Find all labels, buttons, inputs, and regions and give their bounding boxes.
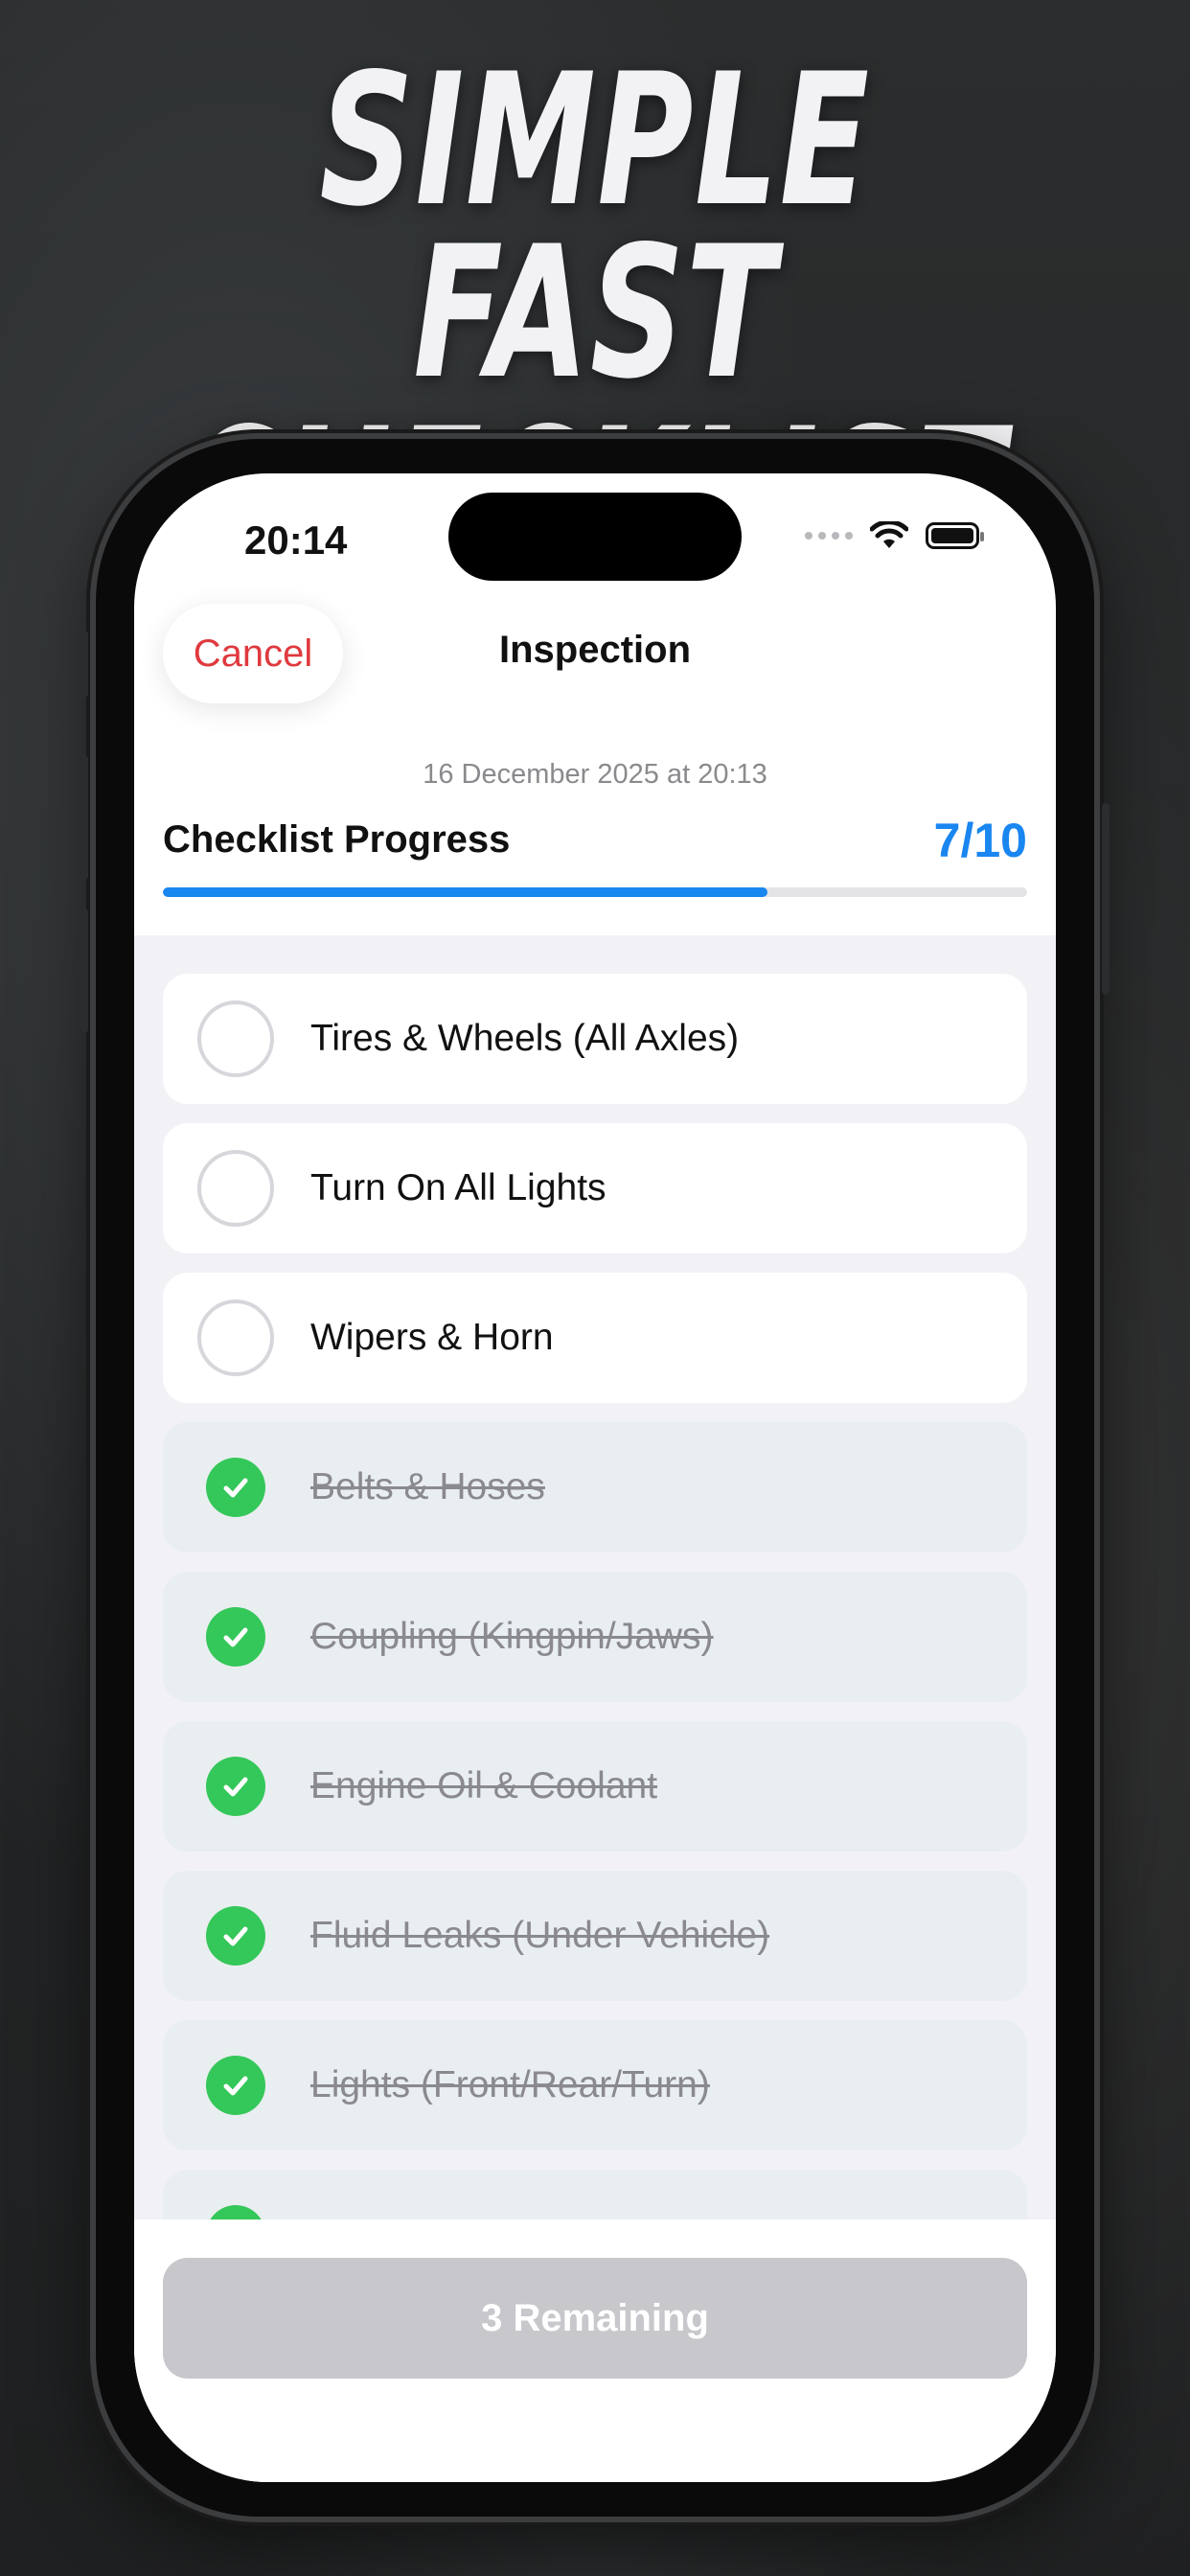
empty-circle-icon[interactable] xyxy=(197,1300,274,1376)
checklist-item[interactable]: Tires & Wheels (All Axles) xyxy=(163,974,1027,1104)
empty-circle-icon[interactable] xyxy=(197,1000,274,1077)
checked-circle-icon[interactable] xyxy=(197,1748,274,1825)
checkmark-icon xyxy=(206,1757,265,1816)
battery-icon xyxy=(926,522,984,549)
action-button xyxy=(80,631,88,698)
checked-circle-icon[interactable] xyxy=(197,1449,274,1526)
phone-frame: 20:14 Cancel Inspection 16 December 2025… xyxy=(80,439,1110,2517)
checklist-item-label: Turn On All Lights xyxy=(310,1167,606,1208)
wifi-icon xyxy=(870,521,908,548)
headline-line-1: SIMPLE xyxy=(319,34,871,246)
checklist-item[interactable]: Coupling (Kingpin/Jaws) xyxy=(163,1572,1027,1702)
checklist-item-label: Belts & Hoses xyxy=(310,1466,545,1507)
checklist-item-label: Coupling (Kingpin/Jaws) xyxy=(310,1616,714,1657)
checklist-item[interactable]: Belts & Hoses xyxy=(163,1422,1027,1552)
checklist-item[interactable]: Engine Oil & Coolant xyxy=(163,1721,1027,1852)
progress-count: 7/10 xyxy=(933,814,1027,867)
status-icons xyxy=(805,521,984,550)
app-screen: 20:14 Cancel Inspection 16 December 2025… xyxy=(134,473,1056,2482)
checkmark-icon xyxy=(206,1607,265,1667)
checked-circle-icon[interactable] xyxy=(197,1898,274,1974)
checkmark-icon xyxy=(206,1906,265,1966)
checklist-item-label: Wipers & Horn xyxy=(310,1317,554,1358)
checkmark-icon xyxy=(206,1458,265,1517)
checklist-item-label: Tires & Wheels (All Axles) xyxy=(310,1018,740,1059)
checked-circle-icon[interactable] xyxy=(197,2196,274,2220)
checklist-item-label: Fluid Leaks (Under Vehicle) xyxy=(310,1915,770,1956)
checkmark-icon xyxy=(206,2056,265,2115)
dynamic-island xyxy=(448,493,742,581)
remaining-button[interactable]: 3 Remaining xyxy=(163,2258,1027,2379)
checked-circle-icon[interactable] xyxy=(197,2047,274,2124)
checklist-item[interactable]: Turn On All Lights xyxy=(163,1123,1027,1254)
empty-circle-icon[interactable] xyxy=(197,1150,274,1227)
volume-down-button xyxy=(80,908,88,1033)
progress-bar xyxy=(163,887,1027,897)
checklist-item[interactable] xyxy=(163,2170,1027,2220)
checklist-item[interactable]: Wipers & Horn xyxy=(163,1273,1027,1403)
checklist-item-label: Lights (Front/Rear/Turn) xyxy=(310,2064,710,2105)
checklist-item-label: Engine Oil & Coolant xyxy=(310,1765,658,1806)
progress-label: Checklist Progress xyxy=(163,818,511,861)
page-title: Inspection xyxy=(498,629,692,671)
inspection-date: 16 December 2025 at 20:13 xyxy=(423,759,767,790)
checklist-item[interactable]: Fluid Leaks (Under Vehicle) xyxy=(163,1871,1027,2001)
cellular-signal-icon xyxy=(805,532,853,540)
checked-circle-icon[interactable] xyxy=(197,1598,274,1675)
progress-bar-fill xyxy=(163,887,768,897)
status-time: 20:14 xyxy=(244,518,348,563)
power-button xyxy=(1102,803,1110,995)
bottom-bar: 3 Remaining xyxy=(134,2220,1056,2482)
checklist-item[interactable]: Lights (Front/Rear/Turn) xyxy=(163,2020,1027,2150)
volume-up-button xyxy=(80,755,88,880)
checklist: Tires & Wheels (All Axles) Turn On All Li… xyxy=(134,935,1056,2220)
checkmark-icon xyxy=(206,2205,265,2220)
